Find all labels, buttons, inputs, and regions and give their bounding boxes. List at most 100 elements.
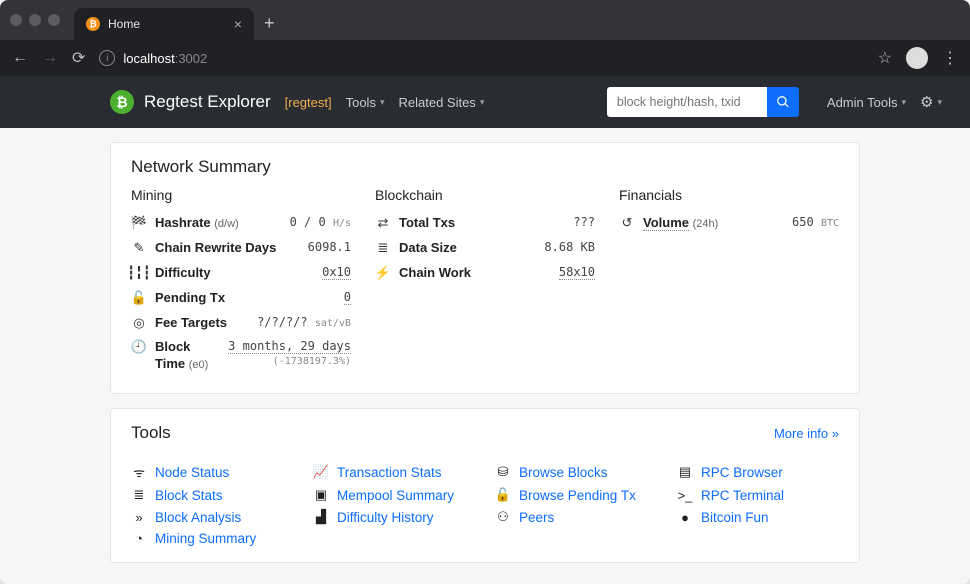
card-title: Network Summary [131, 157, 839, 177]
layers-icon: ≣ [131, 487, 147, 503]
tachometer-icon: 🏁 [131, 215, 147, 231]
tool-browse-pending-tx: 🔓 Browse Pending Tx [495, 487, 657, 503]
target-icon: ◎ [131, 315, 147, 331]
chain-rewrite-row: ✎ Chain Rewrite Days 6098.1 [131, 236, 351, 261]
cubes-icon: ⛁ [495, 464, 511, 480]
brand[interactable]: ₿ Regtest Explorer [110, 90, 271, 114]
back-icon[interactable]: ← [12, 49, 28, 67]
nav-related-sites[interactable]: Related Sites▾ [398, 95, 484, 110]
tool-link[interactable]: Mining Summary [155, 531, 256, 546]
tools-card: Tools More info » ᯤ Node Status 📈 Transact… [110, 408, 860, 563]
tool-link[interactable]: Block Stats [155, 488, 223, 503]
total-txs-row: ⇄ Total Txs ??? [375, 211, 595, 236]
url-host: localhost [123, 51, 174, 66]
window-controls[interactable] [10, 14, 60, 26]
maximize-window-icon[interactable] [48, 14, 60, 26]
chevron-down-icon: ▾ [937, 97, 942, 108]
chevron-down-icon: ▾ [901, 97, 906, 108]
tool-link[interactable]: Mempool Summary [337, 488, 454, 503]
pie-chart-icon: ◔ [131, 531, 147, 546]
clock-icon: 🕘 [131, 339, 147, 355]
tool-link[interactable]: Bitcoin Fun [701, 510, 769, 525]
tool-transaction-stats: 📈 Transaction Stats [313, 463, 475, 481]
settings-menu[interactable]: ⚙▾ [920, 93, 942, 111]
fee-targets-row: ◎ Fee Targets ?/?/?/? sat/vB [131, 311, 351, 336]
card-title: Tools [131, 423, 171, 443]
tool-link[interactable]: RPC Terminal [701, 488, 784, 503]
tab-title: Home [108, 17, 140, 31]
clipboard-icon: ▣ [313, 487, 329, 503]
network-tag: [regtest] [285, 95, 332, 110]
volume-row: ↺ Volume (24h) 650 BTC [619, 211, 839, 236]
chart-bar-icon: ▟ [313, 509, 329, 525]
brand-name: Regtest Explorer [144, 92, 271, 112]
more-info-link[interactable]: More info » [774, 426, 839, 441]
tool-mempool-summary: ▣ Mempool Summary [313, 487, 475, 503]
sitemap-icon: ⚇ [495, 509, 511, 525]
search-icon [776, 95, 790, 109]
chevron-down-icon: ▾ [380, 97, 385, 108]
exchange-icon: ⇄ [375, 215, 391, 231]
broadcast-icon: ᯤ [131, 463, 147, 481]
close-tab-icon[interactable]: × [234, 16, 242, 32]
tool-link[interactable]: Peers [519, 510, 554, 525]
hashrate-row: 🏁 Hashrate (d/w) 0 / 0 H/s [131, 211, 351, 236]
tool-link[interactable]: Block Analysis [155, 510, 241, 525]
blockchain-column: Blockchain ⇄ Total Txs ??? ≣ Data Size 8… [375, 187, 595, 377]
tool-bitcoin-fun: ● Bitcoin Fun [677, 509, 839, 525]
chart-line-icon: 📈 [313, 464, 329, 480]
browser-titlebar: Home × + [0, 0, 970, 40]
tool-node-status: ᯤ Node Status [131, 463, 293, 481]
forward-icon[interactable]: → [42, 49, 58, 67]
browser-menu-icon[interactable]: ⋮ [942, 48, 958, 68]
new-tab-button[interactable]: + [264, 13, 275, 34]
logo-icon: ₿ [110, 90, 134, 114]
app-header: ₿ Regtest Explorer [regtest] Tools▾ Rela… [0, 76, 970, 128]
block-time-row: 🕘 Block Time (e0) 3 months, 29 days (-17… [131, 335, 351, 377]
site-info-icon[interactable]: i [99, 50, 115, 66]
tool-link[interactable]: Node Status [155, 465, 229, 480]
history-icon: ↺ [619, 215, 635, 231]
tool-mining-summary: ◔ Mining Summary [131, 531, 293, 546]
address-bar[interactable]: i localhost:3002 [99, 50, 863, 66]
unlock-icon: 🔓 [131, 290, 147, 306]
close-window-icon[interactable] [10, 14, 22, 26]
tool-link[interactable]: Transaction Stats [337, 465, 442, 480]
tool-link[interactable]: Browse Blocks [519, 465, 608, 480]
reload-icon[interactable]: ⟳ [72, 48, 85, 68]
browser-tab[interactable]: Home × [74, 8, 254, 40]
nav-tools[interactable]: Tools▾ [346, 95, 385, 110]
tool-difficulty-history: ▟ Difficulty History [313, 509, 475, 525]
column-heading: Blockchain [375, 187, 595, 203]
terminal-icon: >_ [677, 488, 693, 503]
bitcoin-icon: ● [677, 510, 693, 525]
nav-admin-tools[interactable]: Admin Tools▾ [827, 95, 906, 110]
difficulty-row: ┇╏┇ Difficulty 0x10 [131, 261, 351, 286]
tool-link[interactable]: Browse Pending Tx [519, 488, 636, 503]
column-heading: Financials [619, 187, 839, 203]
search-button[interactable] [767, 87, 799, 117]
profile-avatar[interactable] [906, 47, 928, 69]
page-content: Network Summary Mining 🏁 Hashrate (d/w) … [0, 128, 970, 584]
financials-column: Financials ↺ Volume (24h) 650 BTC [619, 187, 839, 377]
favicon-icon [86, 17, 100, 31]
search-input[interactable] [607, 87, 767, 117]
url-port: :3002 [175, 51, 208, 66]
angle-double-icon: » [131, 510, 147, 525]
tool-peers: ⚇ Peers [495, 509, 657, 525]
tool-link[interactable]: RPC Browser [701, 465, 783, 480]
tool-rpc-browser: ▤RPC Browser [677, 463, 839, 481]
tool-link[interactable]: Difficulty History [337, 510, 434, 525]
pending-tx-row: 🔓 Pending Tx 0 [131, 286, 351, 311]
browser-toolbar: ← → ⟳ i localhost:3002 ☆ ⋮ [0, 40, 970, 76]
bolt-icon: ⚡ [375, 265, 391, 281]
network-summary-card: Network Summary Mining 🏁 Hashrate (d/w) … [110, 142, 860, 394]
minimize-window-icon[interactable] [29, 14, 41, 26]
database-icon: ≣ [375, 240, 391, 256]
column-heading: Mining [131, 187, 351, 203]
unlock-icon: 🔓 [495, 487, 511, 503]
gear-icon: ⚙ [920, 93, 933, 111]
tool-rpc-terminal: >_ RPC Terminal [677, 487, 839, 503]
sliders-icon: ┇╏┇ [131, 265, 147, 281]
bookmark-icon[interactable]: ☆ [878, 48, 892, 68]
